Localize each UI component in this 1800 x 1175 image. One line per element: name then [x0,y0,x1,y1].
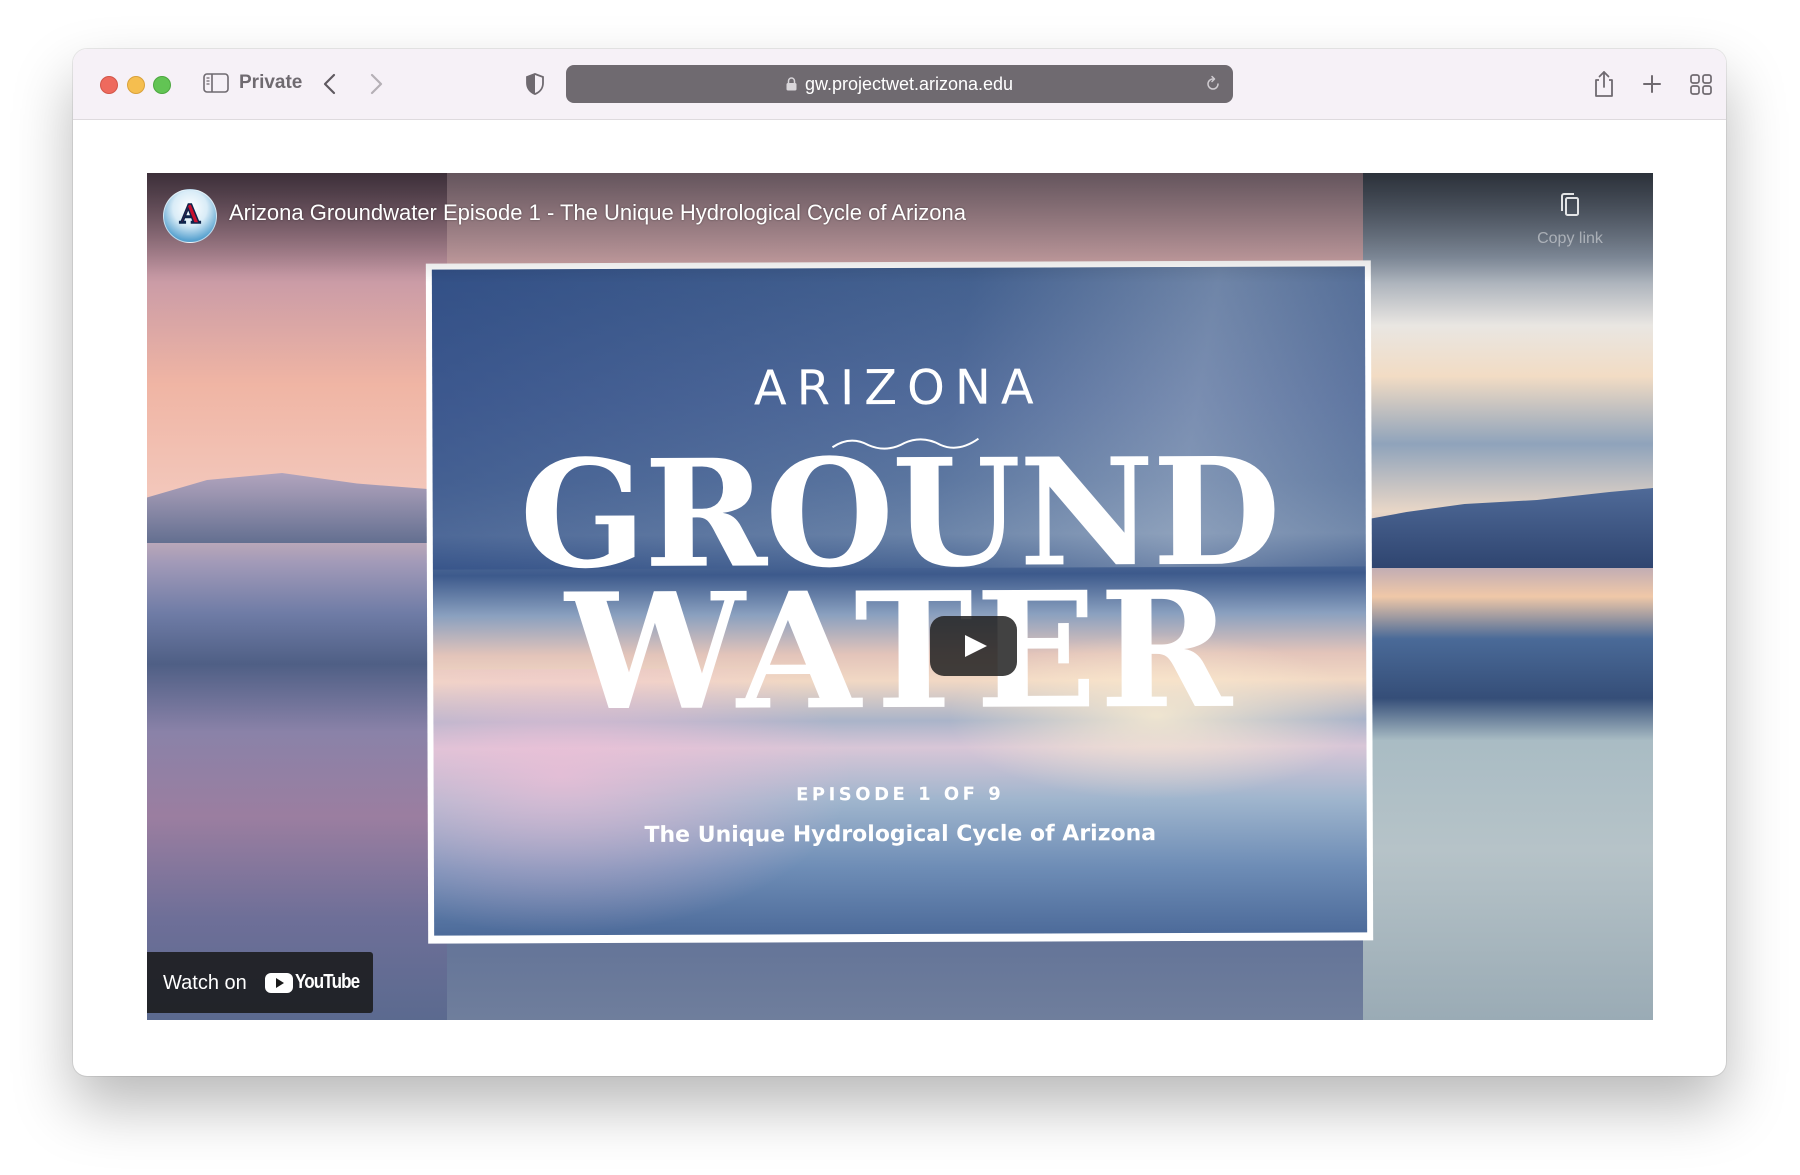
lock-icon [786,77,797,91]
thumbnail-background-left [147,173,447,1020]
share-button[interactable] [1590,69,1618,99]
tab-overview-button[interactable] [1687,69,1715,99]
chevron-right-icon [370,73,383,95]
watch-on-label: Watch on [163,972,247,994]
thumbnail-background-right [1363,173,1653,1020]
video-title-link[interactable]: Arizona Groundwater Episode 1 - The Uniq… [229,200,966,226]
grid-icon [1690,74,1712,95]
reload-icon[interactable] [1203,74,1223,94]
close-window-button[interactable] [100,76,118,94]
channel-avatar[interactable]: A [163,189,217,243]
address-bar[interactable]: gw.projectwet.arizona.edu [566,65,1233,103]
sidebar-icon [203,73,229,93]
plus-icon [1643,75,1661,93]
copy-link-label: Copy link [1537,230,1603,247]
share-icon [1595,71,1613,97]
forward-button[interactable] [365,69,387,99]
url-text: gw.projectwet.arizona.edu [804,74,1014,94]
playlist-button[interactable]: 1/9 [1621,191,1653,248]
browser-window: Private gw.projectwet.arizona.edu ARIZON… [73,49,1726,1076]
private-mode-label: Private [239,72,303,93]
browser-toolbar: Private gw.projectwet.arizona.edu [73,49,1726,120]
thumbnail-headline-line2: WATER [564,555,1235,747]
thumbnail-title-card: ARIZONA GROUND WATER EPISODE 1 OF 9 The … [425,260,1374,944]
playlist-position: 1/9 [1621,230,1653,248]
shield-icon [526,73,544,95]
youtube-wordmark: YouTube [295,971,360,993]
thumbnail-episode: EPISODE 1 OF 9 [796,783,1005,806]
thumbnail-subtitle: The Unique Hydrological Cycle of Arizona [644,821,1157,848]
thumbnail-kicker: ARIZONA [753,359,1044,417]
play-button[interactable] [930,616,1017,676]
back-button[interactable] [319,69,341,99]
copy-link-button[interactable]: Copy link [1525,191,1615,248]
minimize-window-button[interactable] [127,76,145,94]
university-logo-icon: A [179,199,201,231]
new-tab-button[interactable] [1638,69,1666,99]
chevron-left-icon [323,73,336,95]
copy-icon [1561,193,1579,216]
watch-on-youtube-button[interactable]: Watch on YouTube [147,952,373,1013]
privacy-report-button[interactable] [525,72,545,96]
playlist-icon [1652,191,1653,219]
play-icon [965,635,987,657]
sidebar-toggle-button[interactable] [203,73,229,93]
youtube-embed-player[interactable]: ARIZONA GROUND WATER EPISODE 1 OF 9 The … [147,173,1653,1020]
zoom-window-button[interactable] [153,76,171,94]
youtube-logo-icon [265,972,293,993]
